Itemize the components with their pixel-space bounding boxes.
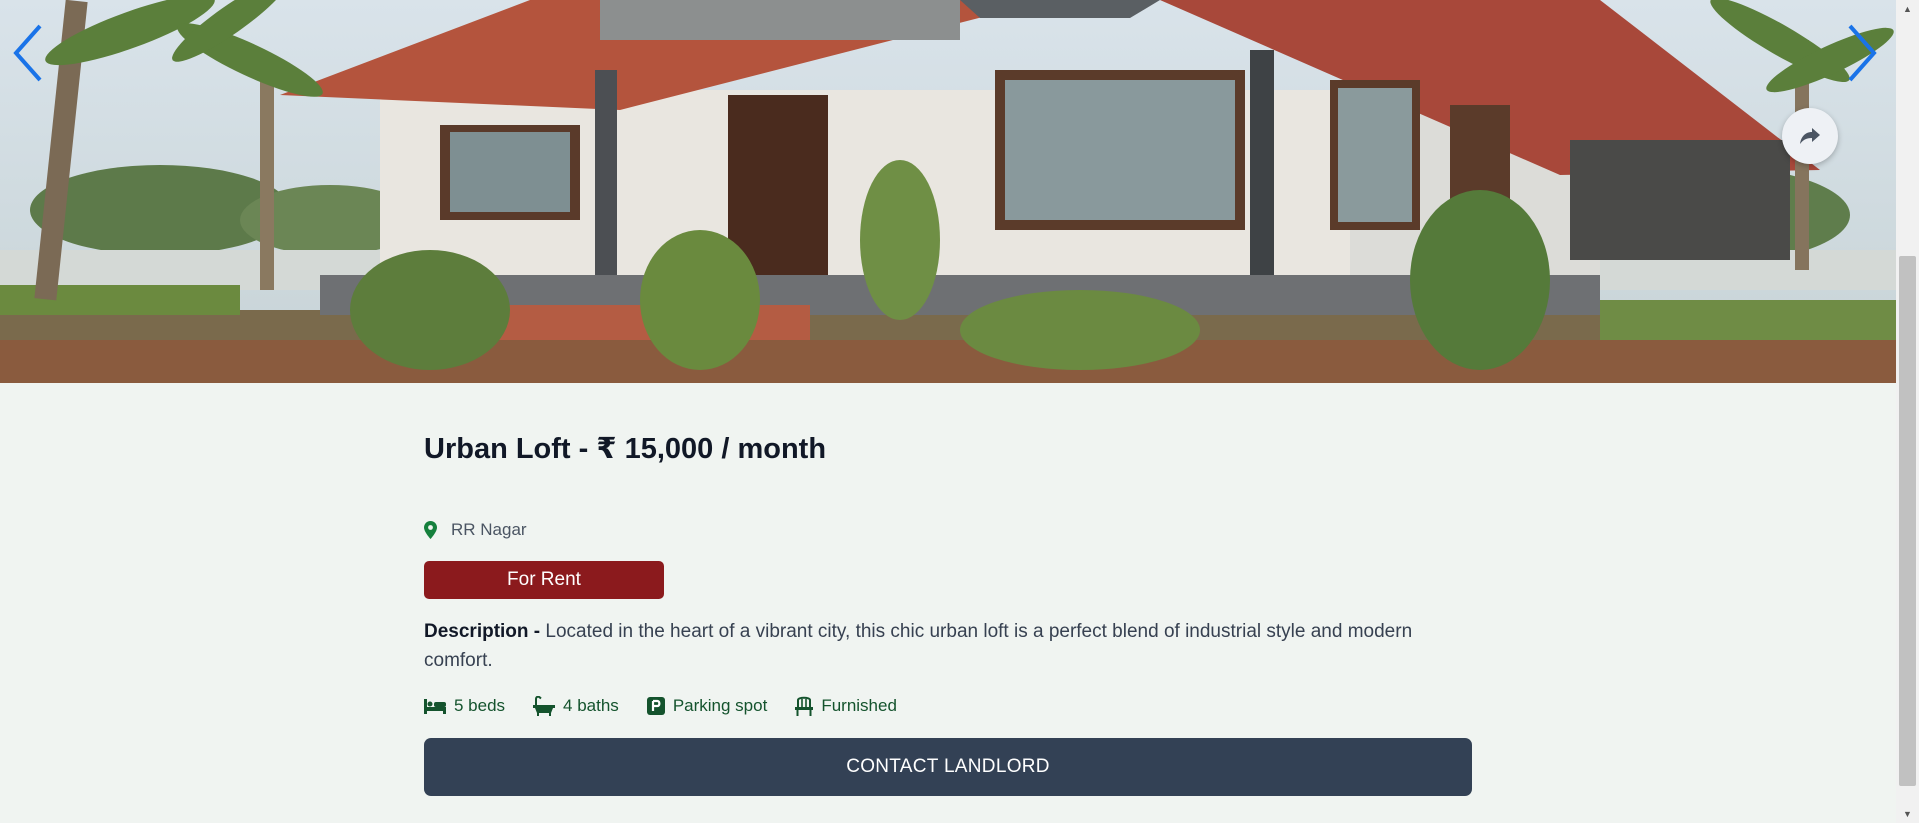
property-image-carousel[interactable] [0,0,1896,383]
bed-icon [424,699,446,714]
bath-icon [533,696,556,716]
description-label: Description - [424,621,541,642]
listing-page: Urban Loft - ₹ 15,000 / month RR Nagar F… [0,0,1896,823]
property-photo [0,0,1896,383]
amenity-furnished: Furnished [795,696,897,716]
amenity-beds: 5 beds [424,696,505,716]
scrollbar-thumb[interactable] [1899,256,1916,786]
amenity-parking: Parking spot [646,696,768,716]
parking-icon [646,697,665,715]
amenities-list: 5 beds 4 baths Parking spot Furnished [424,696,897,716]
share-icon [1800,128,1820,144]
scroll-down-icon[interactable]: ▼ [1896,805,1919,823]
share-button[interactable] [1782,108,1838,164]
map-pin-icon [424,521,437,539]
description-text: Located in the heart of a vibrant city, … [424,621,1413,671]
amenity-baths-label: 4 baths [563,696,619,715]
chevron-left-icon [13,24,42,82]
amenity-parking-label: Parking spot [672,696,768,715]
amenity-beds-label: 5 beds [454,696,506,715]
contact-landlord-button[interactable]: CONTACT LANDLORD [424,738,1472,796]
description: Description - Located in the heart of a … [424,617,1464,675]
carousel-prev-button[interactable] [6,20,50,86]
amenity-furnished-label: Furnished [821,696,897,715]
status-badge: For Rent [424,561,664,599]
location: RR Nagar [424,520,527,540]
vertical-scrollbar[interactable]: ▲ ▼ [1896,0,1919,823]
amenity-baths: 4 baths [533,696,619,716]
chair-icon [795,696,814,716]
location-text: RR Nagar [451,520,527,539]
chevron-right-icon [1848,24,1877,82]
scroll-up-icon[interactable]: ▲ [1896,0,1919,18]
carousel-next-button[interactable] [1840,20,1884,86]
listing-title: Urban Loft - ₹ 15,000 / month [424,433,827,465]
